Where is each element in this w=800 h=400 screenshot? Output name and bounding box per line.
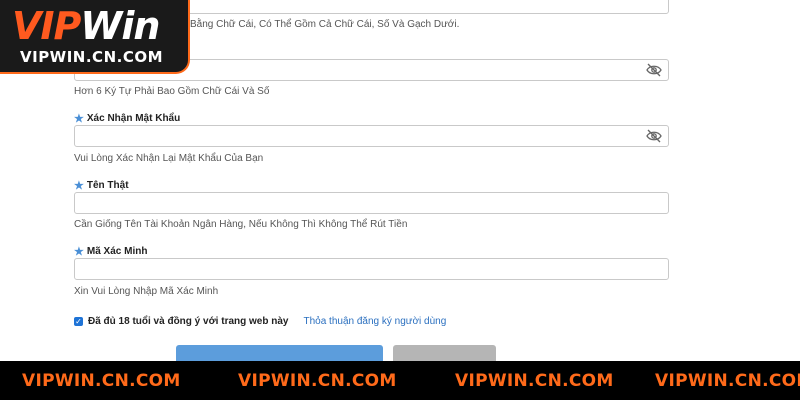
confirm-password-label: ★ Xác Nhận Mật Khẩu [74, 113, 180, 124]
logo-domain: VIPWIN.CN.COM [20, 48, 164, 66]
confirm-password-label-text: Xác Nhận Mật Khẩu [86, 113, 181, 124]
verification-code-label-text: Mã Xác Minh [86, 246, 148, 257]
vipwin-logo: VIPWin VIPWIN.CN.COM [0, 0, 190, 74]
logo-wordmark: VIPWin [12, 4, 160, 48]
real-name-input[interactable] [74, 192, 669, 214]
verification-code-input[interactable] [74, 258, 669, 280]
password-hint: Hơn 6 Ký Tự Phải Bao Gồm Chữ Cái Và Số [74, 86, 270, 97]
watermark-text: VIPWIN.CN.COM [455, 371, 614, 391]
watermark-text: VIPWIN.CN.COM [238, 371, 397, 391]
star-icon: ★ [74, 112, 84, 125]
watermark-text: VIPWIN.CN.COM [655, 371, 800, 391]
star-icon: ★ [74, 245, 84, 258]
eye-slash-icon[interactable] [646, 63, 662, 77]
real-name-label-text: Tên Thật [86, 180, 129, 191]
confirm-password-input[interactable] [74, 125, 669, 147]
verification-code-hint: Xin Vui Lòng Nhập Mã Xác Minh [74, 286, 219, 297]
real-name-hint: Cần Giống Tên Tài Khoản Ngân Hàng, Nếu K… [74, 219, 408, 230]
confirm-password-hint: Vui Lòng Xác Nhận Lại Mật Khẩu Của Bạn [74, 153, 264, 164]
user-agreement-link[interactable]: Thỏa thuận đăng ký người dùng [303, 316, 446, 327]
watermark-text: VIPWIN.CN.COM [22, 371, 181, 391]
username-hint: Bằng Chữ Cái, Có Thể Gồm Cả Chữ Cái, Số … [190, 19, 460, 30]
watermark-bar: VIPWIN.CN.COM VIPWIN.CN.COM VIPWIN.CN.CO… [0, 361, 800, 400]
eye-slash-icon[interactable] [646, 129, 662, 143]
agree-text: Đã đủ 18 tuổi và đồng ý với trang web nà… [88, 316, 289, 327]
logo-vip: VIP [12, 4, 81, 48]
agreement-row: ✓ Đã đủ 18 tuổi và đồng ý với trang web … [74, 316, 446, 327]
logo-win: Win [80, 4, 160, 48]
agree-checkbox[interactable]: ✓ [74, 317, 83, 326]
verification-code-label: ★ Mã Xác Minh [74, 246, 147, 257]
real-name-label: ★ Tên Thật [74, 180, 129, 191]
star-icon: ★ [74, 179, 84, 192]
